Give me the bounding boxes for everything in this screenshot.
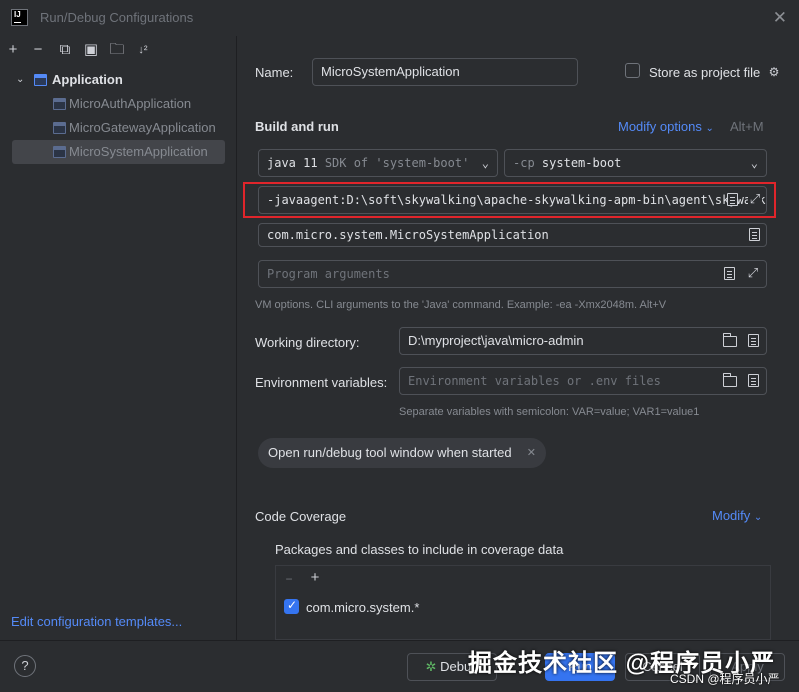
main-class-field[interactable]: com.micro.system.MicroSystemApplication [258,223,767,247]
name-field[interactable]: MicroSystemApplication [312,58,578,86]
gear-icon[interactable]: ⚙ [767,65,781,79]
working-directory-label: Working directory: [255,335,360,350]
chevron-down-icon[interactable]: ⌄ [16,68,24,92]
tree-item-label: MicroGatewayApplication [69,120,216,135]
sort-icon[interactable]: ↓² [135,42,151,58]
package-item-label: com.micro.system.* [306,600,420,615]
intellij-app-icon: IJ [11,9,28,26]
edit-env-icon[interactable] [748,374,759,387]
new-folder-icon[interactable]: 🗀 [109,42,125,58]
folder-icon[interactable] [723,373,737,387]
coverage-modify-label: Modify [712,508,751,523]
tree-item[interactable]: MicroAuthApplication [0,92,237,116]
code-coverage-title: Code Coverage [255,509,347,524]
edit-text-icon[interactable] [749,228,760,241]
tree-root-label: Application [52,72,123,87]
chevron-down-icon: ⌄ [753,512,763,523]
configurations-panel: + − ⧉ ▣ 🗀 ↓² ⌄ Application MicroAuthAppl… [0,36,237,640]
package-checkbox[interactable] [284,598,299,614]
store-as-project-file-label: Store as project file [649,65,761,80]
add-icon[interactable]: + [308,570,322,585]
open-tool-window-label: Open run/debug tool window when started [268,445,512,460]
store-as-project-file-checkbox[interactable] [625,63,640,78]
packages-label: Packages and classes to include in cover… [275,542,564,557]
save-icon[interactable]: ▣ [83,42,99,58]
window-title: Run/Debug Configurations [40,10,194,25]
jdk-value: java 11 [267,156,318,170]
add-icon[interactable]: + [5,42,21,58]
cp-value: system-boot [541,156,622,170]
open-tool-window-option[interactable]: Open run/debug tool window when started … [258,438,546,468]
jdk-select[interactable]: java 11 SDK of 'system-boot' ⌄ [258,149,498,177]
remove-icon: − [285,572,293,586]
modify-options-link[interactable]: Modify options ⌄ [618,119,714,134]
chevron-down-icon: ⌄ [750,156,758,170]
close-icon[interactable]: ✕ [527,438,536,468]
tree-root-application[interactable]: ⌄ Application [0,68,237,92]
environment-variables-hint: Separate variables with semicolon: VAR=v… [399,406,700,418]
insert-macro-icon[interactable] [748,334,759,347]
program-arguments-field[interactable]: Program arguments [258,260,767,288]
tree-item-label: MicroSystemApplication [69,144,208,159]
working-directory-field[interactable]: D:\myproject\java\micro-admin [399,327,767,355]
application-icon [53,98,66,110]
bug-icon: ✲ [425,659,437,674]
help-button[interactable]: ? [14,655,36,677]
copy-icon[interactable]: ⧉ [57,42,73,58]
remove-icon[interactable]: − [30,42,46,58]
application-icon [34,74,47,86]
environment-variables-field[interactable]: Environment variables or .env files [399,367,767,395]
title-bar: IJ Run/Debug Configurations ✕ [0,0,799,36]
application-icon [53,122,66,134]
application-icon [53,146,66,158]
chevron-down-icon: ⌄ [705,123,714,134]
edit-text-icon[interactable] [724,267,735,280]
environment-variables-label: Environment variables: [255,375,388,390]
jdk-hint: SDK of 'system-boot' [324,156,470,170]
highlight-box [243,182,776,218]
cp-prefix: -cp [513,156,535,170]
coverage-packages-list: − + com.micro.system.* [275,565,771,640]
modify-options-shortcut: Alt+M [730,119,764,134]
modify-options-label: Modify options [618,119,702,134]
coverage-modify-link[interactable]: Modify ⌄ [712,508,762,523]
watermark-csdn: CSDN @程序员小严 [670,672,780,686]
configurations-toolbar: + − ⧉ ▣ 🗀 ↓² [0,36,237,66]
tree-item[interactable]: MicroGatewayApplication [0,116,237,140]
tree-item-selected[interactable]: MicroSystemApplication [12,140,225,164]
classpath-select[interactable]: -cp system-boot ⌄ [504,149,767,177]
build-and-run-title: Build and run [255,119,339,134]
name-label: Name: [255,65,294,80]
close-icon[interactable]: ✕ [773,8,787,28]
edit-templates-link[interactable]: Edit configuration templates... [11,614,182,629]
chevron-down-icon: ⌄ [481,156,489,170]
vm-options-hint: VM options. CLI arguments to the 'Java' … [255,299,667,311]
expand-icon[interactable]: ⤢ [746,266,760,280]
tree-item-label: MicroAuthApplication [69,96,192,111]
folder-icon[interactable] [723,333,737,347]
